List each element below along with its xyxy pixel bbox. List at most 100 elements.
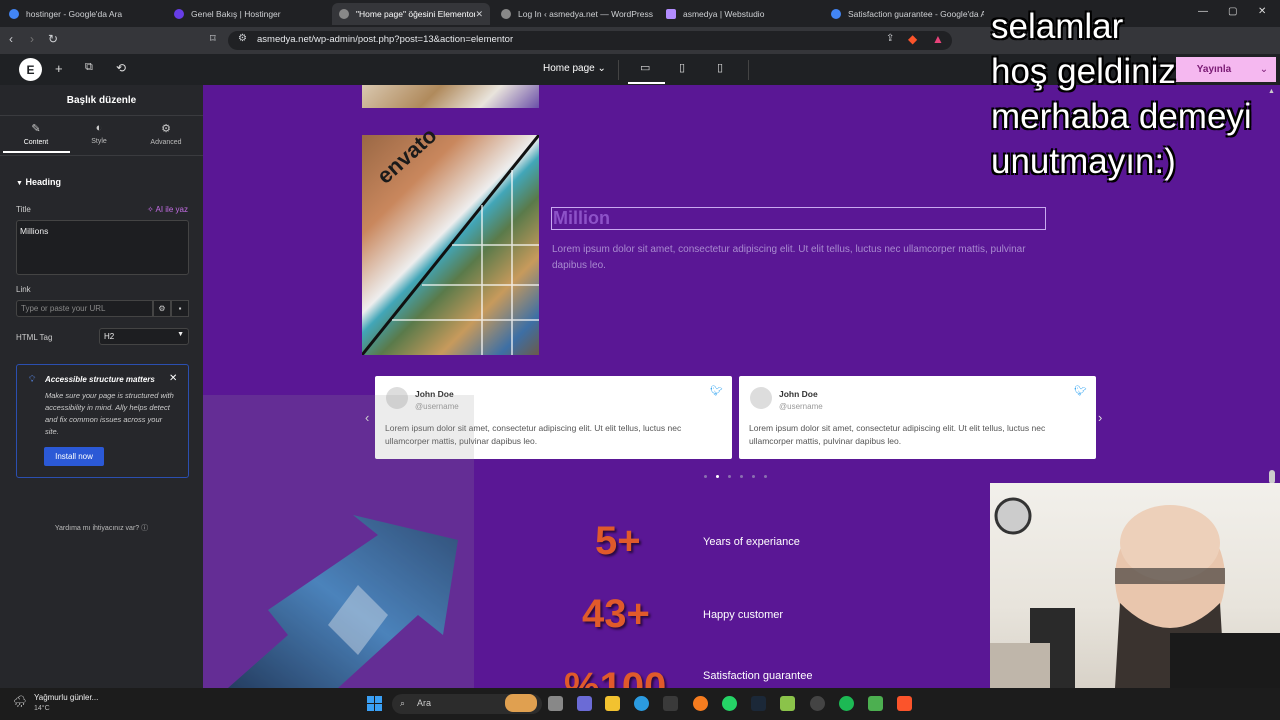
stat-label: Satisfaction guarantee: [703, 670, 813, 682]
browser-tab-active[interactable]: "Home page" öğesini Elementor ✕: [332, 3, 490, 25]
desktop-view-icon[interactable]: ▭: [640, 61, 650, 74]
title-label: Title: [16, 205, 31, 214]
sparkle-icon: ✧: [147, 205, 154, 214]
trash-icon[interactable]: ▪: [171, 300, 189, 317]
link-input[interactable]: Type or paste your URL: [16, 300, 153, 317]
brave-icon[interactable]: [897, 696, 912, 711]
brave-rewards-icon[interactable]: ▲: [932, 32, 944, 46]
carousel-dot-active[interactable]: [716, 475, 719, 478]
stat-label: Happy customer: [703, 609, 784, 621]
twitter-icon: 🐦︎: [1074, 386, 1087, 397]
google-icon: [831, 9, 841, 19]
section-heading[interactable]: ▼ Heading: [16, 177, 61, 187]
webcam-video: [990, 483, 1280, 688]
twitter-icon: 🐦︎: [710, 386, 723, 397]
carousel-next-icon[interactable]: ›: [1098, 410, 1102, 425]
title-textarea[interactable]: Millions: [16, 220, 189, 275]
steam-icon[interactable]: [751, 696, 766, 711]
carousel-dot[interactable]: [740, 475, 743, 478]
active-indicator: [628, 82, 665, 84]
share-icon[interactable]: ⇪: [886, 33, 894, 44]
tab-content[interactable]: ✎ Content: [3, 122, 69, 146]
add-element-icon[interactable]: +: [55, 61, 63, 76]
hostinger-icon: [174, 9, 184, 19]
html-tag-select[interactable]: H2 ▼: [99, 328, 189, 345]
bookmark-icon[interactable]: ⌑: [210, 32, 216, 45]
link-label: Link: [16, 285, 31, 294]
gear-icon: ⚙: [161, 123, 171, 135]
help-link[interactable]: Yardıma mı ihtiyacınız var? ⓘ: [0, 523, 203, 533]
hover-overlay: [203, 395, 474, 688]
office-icon[interactable]: [577, 696, 592, 711]
google-icon: [9, 9, 19, 19]
divider: [618, 60, 619, 80]
forward-icon[interactable]: ›: [30, 32, 34, 46]
structure-icon[interactable]: ⧉: [85, 61, 93, 74]
browser-tab[interactable]: asmedya | Webstudio: [659, 3, 822, 25]
carousel-dot[interactable]: [704, 475, 707, 478]
ai-write-button[interactable]: ✧ AI ile yaz: [147, 205, 188, 214]
heading-widget[interactable]: Million: [553, 208, 610, 229]
tab-advanced[interactable]: ⚙ Advanced: [133, 122, 199, 146]
scrollbar-thumb[interactable]: [1269, 470, 1275, 484]
mobile-view-icon[interactable]: ▯: [717, 61, 723, 74]
widget-icon[interactable]: [505, 694, 537, 712]
elementor-logo-icon[interactable]: E: [19, 58, 42, 81]
page-selector[interactable]: Home page ⌄: [543, 63, 606, 74]
site-info-icon[interactable]: ⚙: [238, 33, 247, 44]
browser-tab[interactable]: Log In ‹ asmedya.net — WordPress: [494, 3, 657, 25]
weather-icon[interactable]: 🌧︎: [13, 695, 27, 708]
whatsapp-icon[interactable]: [722, 696, 737, 711]
install-now-button[interactable]: Install now: [44, 447, 104, 466]
notice-text: Make sure your page is structured with a…: [45, 391, 174, 436]
task-view-icon[interactable]: [548, 696, 563, 711]
browser-tab[interactable]: Satisfaction guarantee - Google'da Ar: [824, 3, 984, 25]
video-overlay-text: selamlar hoş geldiniz merhaba demeyi unu…: [991, 7, 1252, 181]
close-icon[interactable]: ✕: [169, 373, 177, 384]
start-icon[interactable]: [367, 696, 382, 711]
testimonial-name: John Doe: [779, 389, 818, 399]
carousel-dot[interactable]: [728, 475, 731, 478]
carousel-dot[interactable]: [764, 475, 767, 478]
chevron-down-icon[interactable]: ⌄: [1252, 57, 1276, 82]
search-icon: ⌕: [400, 698, 406, 708]
temperature: 14°C: [34, 705, 50, 712]
stat-number: 5+: [595, 519, 641, 563]
browser-tab[interactable]: hostinger - Google'da Ara: [2, 3, 165, 25]
notice-title: Accessible structure matters: [45, 375, 155, 384]
app-icon[interactable]: [810, 696, 825, 711]
weather-text[interactable]: Yağmurlu günler...: [34, 693, 98, 702]
firefox-icon[interactable]: [693, 696, 708, 711]
app-icon[interactable]: [663, 696, 678, 711]
brave-shield-icon[interactable]: ◆: [908, 32, 917, 46]
webstudio-icon: [666, 9, 676, 19]
tablet-view-icon[interactable]: ▯: [679, 61, 685, 74]
heading-selection-box[interactable]: [551, 207, 1046, 230]
back-icon[interactable]: ‹: [9, 32, 13, 46]
spotify-icon[interactable]: [839, 696, 854, 711]
carousel-dot[interactable]: [752, 475, 755, 478]
link-options-icon[interactable]: ⚙: [153, 300, 171, 317]
url-text[interactable]: asmedya.net/wp-admin/post.php?post=13&ac…: [257, 34, 513, 45]
html-tag-label: HTML Tag: [16, 333, 53, 342]
close-window-icon[interactable]: ✕: [1258, 6, 1266, 17]
image-top[interactable]: [362, 85, 539, 108]
page-icon: [501, 9, 511, 19]
divider: [0, 155, 203, 156]
app-icon[interactable]: [780, 696, 795, 711]
close-icon[interactable]: ✕: [475, 9, 483, 20]
tab-style[interactable]: ◐ Style: [66, 122, 132, 145]
edge-icon[interactable]: [634, 696, 649, 711]
page-icon: [339, 9, 349, 19]
reload-icon[interactable]: ↻: [48, 32, 58, 46]
question-icon: ⓘ: [141, 525, 149, 532]
scroll-up-icon[interactable]: ▲: [1268, 88, 1276, 96]
folder-icon[interactable]: [605, 696, 620, 711]
testimonial-user: @username: [779, 402, 823, 411]
divider: [748, 60, 749, 80]
text-editor-widget[interactable]: Lorem ipsum dolor sit amet, consectetur …: [552, 242, 1027, 274]
history-icon[interactable]: ⟲: [116, 61, 126, 75]
stat-label: Years of experiance: [703, 536, 800, 548]
browser-tab[interactable]: Genel Bakış | Hostinger: [167, 3, 330, 25]
app-icon[interactable]: [868, 696, 883, 711]
